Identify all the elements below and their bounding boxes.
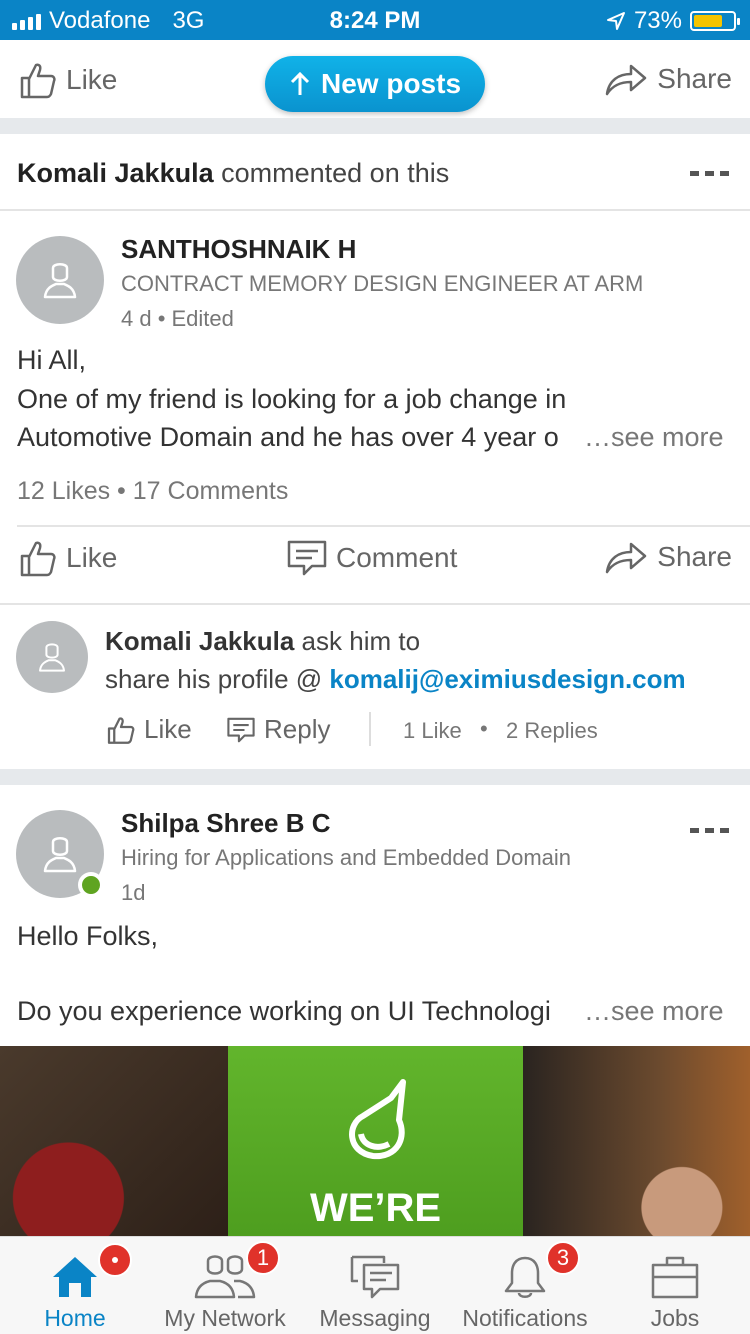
online-status-dot (78, 872, 104, 898)
thumbs-up-icon (107, 716, 135, 744)
comment-email-link[interactable]: komalij@eximiusdesign.com (329, 664, 685, 694)
comment-like-button[interactable]: Like (106, 714, 192, 745)
post1-author[interactable]: SANTHOSHNAIK H (121, 234, 356, 265)
briefcase-icon (651, 1256, 699, 1299)
post2-see-more-link[interactable]: …see more (584, 996, 724, 1027)
nav-messaging[interactable]: Messaging (300, 1237, 450, 1334)
battery-icon (690, 11, 740, 31)
status-bar: Vodafone 3G 8:24 PM 73% (0, 0, 750, 40)
post2-body-line: Hello Folks, (17, 921, 159, 951)
post1-meta: 4 d • Edited (121, 306, 234, 331)
feed-divider (0, 118, 750, 134)
comment-text: share his profile @ (105, 664, 323, 694)
comment-like-count[interactable]: 1 Like (403, 718, 462, 744)
nav-notifications[interactable]: Notifications 3 (450, 1237, 600, 1334)
battery-percent: 73% (633, 7, 682, 34)
comment-avatar[interactable] (16, 621, 88, 693)
divider (0, 209, 750, 211)
share-arrow-icon (606, 64, 647, 96)
post1-social-counts[interactable]: 12 Likes • 17 Comments (17, 477, 288, 506)
top-like-button[interactable]: Like (18, 60, 117, 100)
post1-share-button[interactable]: Share (603, 538, 732, 576)
nav-notifications-label: Notifications (462, 1305, 588, 1331)
photo-panel-right (523, 1046, 750, 1236)
nav-jobs[interactable]: Jobs (600, 1237, 750, 1334)
post1-headline: CONTRACT MEMORY DESIGN ENGINEER AT ARM (121, 271, 644, 296)
nav-my-network[interactable]: My Network 1 (150, 1237, 300, 1334)
post2-headline: Hiring for Applications and Embedded Dom… (121, 845, 572, 870)
post1-like-label: Like (66, 542, 118, 573)
comment-line1: Komali Jakkula ask him to (105, 626, 420, 657)
divider (17, 525, 750, 527)
arrow-up-icon (290, 71, 310, 95)
thumbs-up-icon (20, 541, 56, 577)
post1-see-more-link[interactable]: …see more (584, 422, 724, 453)
post1-body-line: One of my friend is looking for a job ch… (17, 384, 567, 414)
location-arrow-icon (606, 12, 625, 30)
bell-icon (504, 1256, 546, 1298)
post1-body-line: Automotive Domain and he has over 4 year… (17, 422, 559, 452)
top-share-label: Share (657, 63, 732, 94)
nav-jobs-label: Jobs (650, 1305, 700, 1331)
flask-icon (349, 1079, 406, 1160)
bullet-separator: • (480, 716, 488, 741)
post2-image[interactable]: WE’RE (0, 1046, 750, 1236)
comment-replies-link[interactable]: 2 Replies (506, 718, 598, 744)
avatar[interactable] (16, 236, 104, 324)
comment-icon (287, 540, 327, 576)
person-icon (39, 643, 65, 672)
nav-home[interactable]: Home (0, 1237, 150, 1334)
top-action-bar: Like New posts Share (0, 40, 750, 118)
comment-reply-label: Reply (264, 714, 331, 744)
notification-badge (98, 1243, 132, 1277)
context-text: commented on this (221, 158, 450, 188)
post2-body-line: Do you experience working on UI Technolo… (17, 996, 551, 1026)
status-right: 73% (606, 7, 740, 35)
notification-badge: 3 (546, 1241, 580, 1275)
post1-like-button[interactable]: Like (18, 538, 117, 578)
post2-author[interactable]: Shilpa Shree B C (121, 808, 331, 839)
reply-icon (227, 717, 255, 742)
post1-comment-label: Comment (336, 542, 458, 573)
banner-text: WE’RE (309, 1186, 442, 1230)
comment-text: ask him to (301, 626, 421, 656)
divider (369, 712, 371, 746)
divider (0, 603, 750, 605)
top-share-button[interactable]: Share (603, 60, 732, 98)
comment-reply-button[interactable]: Reply (226, 714, 330, 745)
activity-context: Komali Jakkula commented on this (17, 158, 449, 189)
person-icon (43, 837, 77, 873)
home-icon (53, 1257, 97, 1297)
bottom-nav: Home My Network 1 Messaging Notification… (0, 1236, 750, 1334)
post1-share-label: Share (657, 541, 732, 572)
nav-messaging-label: Messaging (319, 1305, 431, 1331)
post1-body-line: Hi All, (17, 345, 87, 375)
person-icon (43, 263, 77, 299)
top-like-label: Like (66, 64, 118, 95)
comment-like-label: Like (144, 714, 192, 744)
share-arrow-icon (606, 542, 647, 574)
feed-divider (0, 769, 750, 785)
post1-more-menu-icon[interactable] (690, 171, 729, 176)
notification-badge: 1 (246, 1241, 280, 1275)
post1-comment-button[interactable]: Comment (286, 538, 457, 578)
comment-line2: share his profile @ komalij@eximiusdesig… (105, 664, 686, 695)
post2-more-menu-icon[interactable] (690, 828, 729, 833)
nav-home-label: Home (44, 1305, 106, 1331)
new-posts-button[interactable]: New posts (265, 56, 485, 112)
thumbs-up-icon (20, 63, 56, 99)
context-name[interactable]: Komali Jakkula (17, 158, 214, 188)
post2-time: 1d (121, 880, 146, 905)
new-posts-label: New posts (320, 68, 462, 99)
nav-my-network-label: My Network (164, 1305, 286, 1331)
photo-panel-left (0, 1046, 228, 1236)
comment-author[interactable]: Komali Jakkula (105, 626, 294, 656)
messaging-icon (350, 1255, 400, 1299)
